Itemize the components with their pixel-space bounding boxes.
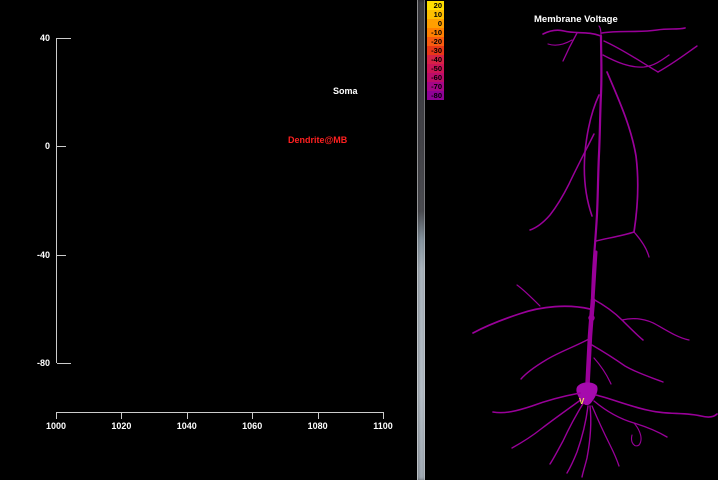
y-axis-line	[56, 38, 57, 363]
x-axis-tick	[252, 413, 254, 419]
x-axis-tick-label: 1100	[373, 421, 393, 431]
x-axis-tick	[317, 413, 319, 419]
shape-plot-panel[interactable]: 20 10 0 -10 -20 -30 -40 -50 -60 -70 -80 Membrane V…	[426, 0, 718, 480]
neuron-simulator-app: Soma Dendrite@MB 40 0 -40 -80 1000 1020 1040 106…	[0, 0, 718, 480]
x-axis-tick-label: 1080	[307, 421, 328, 431]
x-axis-tick-label: 1000	[45, 421, 67, 431]
y-axis-tick	[57, 254, 66, 256]
x-axis-line	[56, 412, 384, 413]
y-axis-tick-label: 0	[44, 141, 50, 152]
x-axis-tick	[56, 413, 57, 419]
y-axis-tick-label: -40	[36, 249, 50, 260]
window-divider-scrollbar[interactable]	[417, 0, 425, 480]
y-axis-tick	[57, 146, 66, 148]
trace-label-soma[interactable]: Soma	[333, 86, 358, 96]
x-axis-tick-label: 1040	[176, 421, 197, 431]
x-axis-tick	[383, 413, 384, 419]
trace-label-dendrite-mb[interactable]: Dendrite@MB	[288, 135, 347, 145]
x-axis-tick-label: 1020	[111, 421, 132, 431]
voltage-graph-panel[interactable]: Soma Dendrite@MB 40 0 -40 -80 1000 1020 1040 106…	[0, 0, 417, 480]
soma-voltage-marker: V	[579, 397, 585, 406]
y-axis-tick-label: -80	[36, 357, 50, 368]
x-axis-tick	[186, 413, 188, 419]
neuron-morphology[interactable]: V	[426, 0, 718, 480]
x-axis-tick	[121, 413, 123, 419]
y-axis-tick	[57, 38, 71, 39]
y-axis-tick-label: 40	[39, 33, 50, 43]
x-axis-tick-label: 1060	[242, 421, 263, 431]
y-axis-tick	[57, 362, 71, 364]
